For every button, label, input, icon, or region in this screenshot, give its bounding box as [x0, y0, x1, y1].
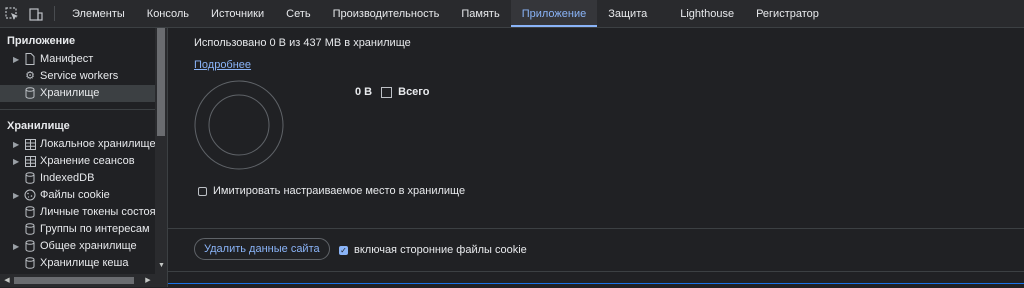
database-icon: [23, 204, 37, 221]
sidebar-item-label: Общее хранилище: [40, 240, 137, 252]
device-toolbar-icon[interactable]: [24, 0, 48, 27]
table-icon: [23, 153, 37, 170]
tab-recorder[interactable]: Регистратор: [745, 0, 830, 27]
database-icon: [23, 255, 37, 272]
simulate-quota-label: Имитировать настраиваемое место в хранил…: [213, 185, 466, 197]
scrollbar-thumb[interactable]: [157, 28, 165, 136]
simulate-quota-row[interactable]: Имитировать настраиваемое место в хранил…: [198, 185, 465, 197]
sidebar-item-storage[interactable]: Хранилище: [0, 85, 155, 102]
database-icon: [23, 85, 37, 102]
sidebar-item-private-state-tokens[interactable]: Личные токены состояния: [0, 204, 155, 221]
expand-arrow-icon[interactable]: ▶: [13, 187, 19, 204]
tab-memory[interactable]: Память: [450, 0, 510, 27]
sidebar-item-manifest[interactable]: ▶ Манифест: [0, 51, 155, 68]
sidebar-item-label: IndexedDB: [40, 172, 95, 184]
sidebar-item-cache-storage[interactable]: Хранилище кеша: [0, 255, 155, 272]
panel-bottom-edge: [168, 283, 1024, 288]
sidebar-item-label: Личные токены состояния: [40, 206, 155, 218]
sidebar-vertical-scrollbar[interactable]: ▼: [155, 28, 167, 287]
devtools-toolbar: Элементы Консоль Источники Сеть Производ…: [0, 0, 1024, 28]
storage-panel: Использовано 0 В из 437 MB в хранилище П…: [168, 28, 1024, 287]
scrollbar-thumb[interactable]: [14, 277, 134, 284]
inspect-element-icon[interactable]: [0, 0, 24, 27]
cookie-icon: [23, 187, 37, 204]
sidebar-item-label: Service workers: [40, 70, 119, 82]
tab-performance[interactable]: Производительность: [322, 0, 451, 27]
sidebar-item-session-storage[interactable]: ▶ Хранение сеансов: [0, 153, 155, 170]
sidebar-divider: [0, 109, 155, 110]
database-icon: [23, 238, 37, 255]
usage-total: 0 В Всего: [355, 86, 429, 98]
scroll-down-arrow-icon[interactable]: ▼: [155, 260, 167, 272]
sidebar-horizontal-scrollbar[interactable]: ◀ ▶: [0, 274, 155, 287]
sidebar-item-label: Локальное хранилище: [40, 138, 155, 150]
sidebar-item-label: Файлы cookie: [40, 189, 110, 201]
total-value: 0 В: [355, 86, 373, 98]
tab-sources[interactable]: Источники: [200, 0, 275, 27]
sidebar-item-local-storage[interactable]: ▶ Локальное хранилище: [0, 136, 155, 153]
sidebar-item-label: Хранилище: [40, 87, 100, 99]
sidebar-item-interest-groups[interactable]: Группы по интересам: [0, 221, 155, 238]
section-divider: [168, 228, 1024, 229]
section-divider: [168, 271, 1024, 272]
sidebar-item-shared-storage[interactable]: ▶ Общее хранилище: [0, 238, 155, 255]
sidebar-section-title-application: Приложение: [7, 35, 76, 47]
application-sidebar: Приложение ▶ Манифест ⚙ Service workers …: [0, 28, 168, 287]
sidebar-item-label: Хранилище кеша: [40, 257, 129, 269]
tab-security[interactable]: Защита: [597, 0, 658, 27]
third-party-cookies-checkbox[interactable]: ✓: [339, 245, 348, 255]
expand-arrow-icon[interactable]: ▶: [13, 136, 19, 153]
clear-site-data-button[interactable]: Удалить данные сайта: [194, 238, 330, 260]
simulate-quota-checkbox[interactable]: [198, 186, 207, 196]
sidebar-item-cookies[interactable]: ▶ Файлы cookie: [0, 187, 155, 204]
third-party-cookies-label: включая сторонние файлы cookie: [354, 244, 527, 256]
sidebar-item-service-workers[interactable]: ⚙ Service workers: [0, 68, 155, 85]
toolbar-divider: [54, 6, 55, 21]
expand-arrow-icon[interactable]: ▶: [13, 238, 19, 255]
tab-network[interactable]: Сеть: [275, 0, 321, 27]
tab-console[interactable]: Консоль: [136, 0, 200, 27]
database-icon: [23, 221, 37, 238]
storage-usage-text: Использовано 0 В из 437 MB в хранилище: [194, 37, 411, 49]
database-icon: [23, 170, 37, 187]
third-party-cookies-row[interactable]: ✓ включая сторонние файлы cookie: [339, 244, 527, 256]
expand-arrow-icon[interactable]: ▶: [13, 153, 19, 170]
expand-arrow-icon[interactable]: ▶: [13, 51, 19, 68]
tab-lighthouse[interactable]: Lighthouse: [658, 0, 745, 27]
usage-ring-chart: [194, 80, 284, 170]
file-icon: [23, 51, 37, 68]
sidebar-section-title-storage: Хранилище: [7, 120, 70, 132]
total-label: Всего: [398, 86, 430, 98]
scroll-left-arrow-icon[interactable]: ◀: [1, 274, 13, 287]
table-icon: [23, 136, 37, 153]
sidebar-item-label: Хранение сеансов: [40, 155, 135, 167]
learn-more-link[interactable]: Подробнее: [194, 59, 251, 71]
sidebar-item-indexeddb[interactable]: IndexedDB: [0, 170, 155, 187]
legend-swatch: [381, 86, 393, 98]
tab-elements[interactable]: Элементы: [61, 0, 136, 27]
tab-application[interactable]: Приложение: [510, 0, 598, 27]
scroll-right-arrow-icon[interactable]: ▶: [142, 274, 154, 287]
gears-icon: ⚙: [25, 70, 35, 82]
sidebar-item-label: Манифест: [40, 53, 94, 65]
sidebar-item-label: Группы по интересам: [40, 223, 150, 235]
